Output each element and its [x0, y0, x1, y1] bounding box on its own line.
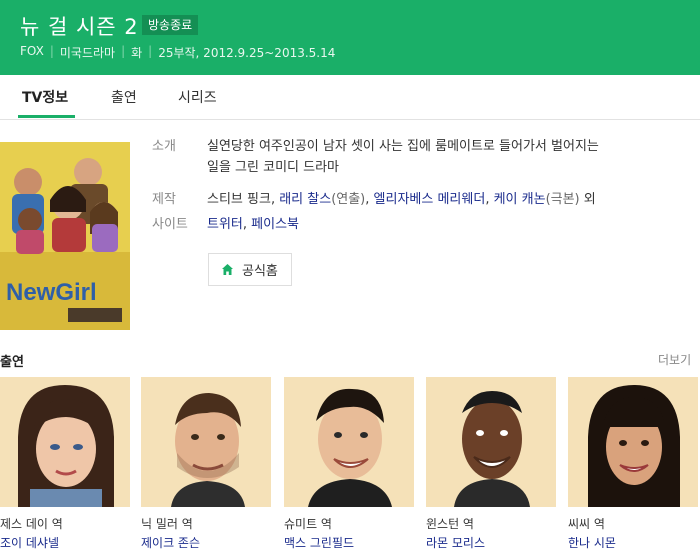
site-row: 사이트 트위터, 페이스북	[152, 214, 672, 236]
separator: ,	[242, 217, 252, 232]
genre-text[interactable]: 미국드라마	[60, 44, 115, 61]
cast-photo-lamorne[interactable]	[426, 377, 556, 507]
show-poster[interactable]: NewGirl	[0, 142, 130, 330]
separator: ,	[485, 192, 494, 207]
production-row: 제작 스티브 핑크, 래리 찰스(연출), 엘리자베스 메리웨더, 케이 캐논(…	[152, 189, 672, 211]
home-icon	[222, 264, 233, 275]
cast-role: 제스 데이 역	[0, 517, 63, 531]
writer-kay-cannon-link[interactable]: 케이 캐논	[494, 192, 546, 207]
cast-name-link[interactable]: 맥스 그린필드	[284, 536, 414, 551]
tab-cast[interactable]: 출연	[111, 87, 137, 107]
active-tab-indicator	[18, 115, 75, 118]
others-suffix: 외	[579, 192, 596, 207]
cast-card[interactable]: 슈미트 역 맥스 그린필드	[284, 377, 414, 551]
cast-card[interactable]: 윈스턴 역 라몬 모리스	[426, 377, 556, 551]
intro-line-2: 일을 그린 코미디 드라마	[207, 160, 339, 175]
cast-role: 닉 밀러 역	[141, 517, 193, 531]
director-role: (연출)	[331, 192, 366, 207]
cast-photo-zooey[interactable]	[0, 377, 130, 507]
director-larry-charles-link[interactable]: 래리 찰스	[279, 192, 331, 207]
facebook-link[interactable]: 페이스북	[251, 217, 299, 232]
official-homepage-label: 공식홈	[242, 264, 278, 279]
separator: ,	[365, 192, 374, 207]
tab-tv-info[interactable]: TV정보	[22, 87, 68, 107]
cast-section-title: 출연	[0, 355, 24, 370]
intro-row: 소개 실연당한 여주인공이 남자 셋이 사는 집에 룸메이트로 들어가서 벌어지…	[152, 136, 672, 180]
cast-name-link[interactable]: 라몬 모리스	[426, 536, 556, 551]
writer-role: (극본)	[545, 192, 580, 207]
writer-elizabeth-meriwether-link[interactable]: 엘리자베스 메리웨더	[374, 192, 486, 207]
site-links: 트위터, 페이스북	[207, 214, 657, 235]
cast-name-link[interactable]: 제이크 존슨	[141, 536, 271, 551]
separator: ,	[270, 192, 280, 207]
cast-card[interactable]: 닉 밀러 역 제이크 존슨	[141, 377, 271, 551]
cast-card[interactable]: 씨씨 역 한나 시몬	[568, 377, 698, 551]
production-label: 제작	[152, 192, 176, 207]
cast-card[interactable]: 제스 데이 역 조이 데샤넬	[0, 377, 130, 551]
producer-steve-pink: 스티브 핑크	[207, 192, 271, 207]
airday-text: 화	[131, 46, 143, 60]
network-text[interactable]: FOX	[20, 44, 44, 61]
cast-name-link[interactable]: 조이 데샤넬	[0, 536, 130, 551]
production-text: 스티브 핑크, 래리 찰스(연출), 엘리자베스 메리웨더, 케이 캐논(극본)…	[207, 189, 657, 210]
show-meta: FOX | 미국드라마 | 화 | 25부작, 2012.9.25~2013.5…	[20, 44, 336, 61]
twitter-link[interactable]: 트위터	[207, 217, 243, 232]
title-header: 뉴 걸 시즌 2 방송종료 FOX | 미국드라마 | 화 | 25부작, 20…	[0, 0, 700, 75]
tab-bar: TV정보 출연 시리즈	[0, 75, 700, 120]
cast-role: 윈스턴 역	[426, 517, 474, 531]
show-title[interactable]: 뉴 걸 시즌 2	[20, 11, 139, 41]
tab-series[interactable]: 시리즈	[178, 87, 217, 107]
cast-photo-max[interactable]	[284, 377, 414, 507]
intro-label: 소개	[152, 139, 176, 154]
intro-line-1: 실연당한 여주인공이 남자 셋이 사는 집에 룸메이트로 들어가서 벌어지는	[207, 139, 599, 154]
more-cast-link[interactable]: 더보기	[658, 351, 691, 368]
episodes-dates-text: 25부작, 2012.9.25~2013.5.14	[158, 46, 336, 60]
cast-photo-hannah[interactable]	[568, 377, 698, 507]
cast-photo-jake[interactable]	[141, 377, 271, 507]
official-homepage-button[interactable]: 공식홈	[208, 253, 292, 286]
cast-name-link[interactable]: 한나 시몬	[568, 536, 698, 551]
cast-role: 슈미트 역	[284, 517, 332, 531]
site-label: 사이트	[152, 217, 188, 232]
status-badge: 방송종료	[142, 15, 199, 35]
cast-role: 씨씨 역	[568, 517, 605, 531]
intro-text: 실연당한 여주인공이 남자 셋이 사는 집에 룸메이트로 들어가서 벌어지는 일…	[207, 136, 657, 178]
poster-logo: NewGirl	[6, 279, 97, 306]
